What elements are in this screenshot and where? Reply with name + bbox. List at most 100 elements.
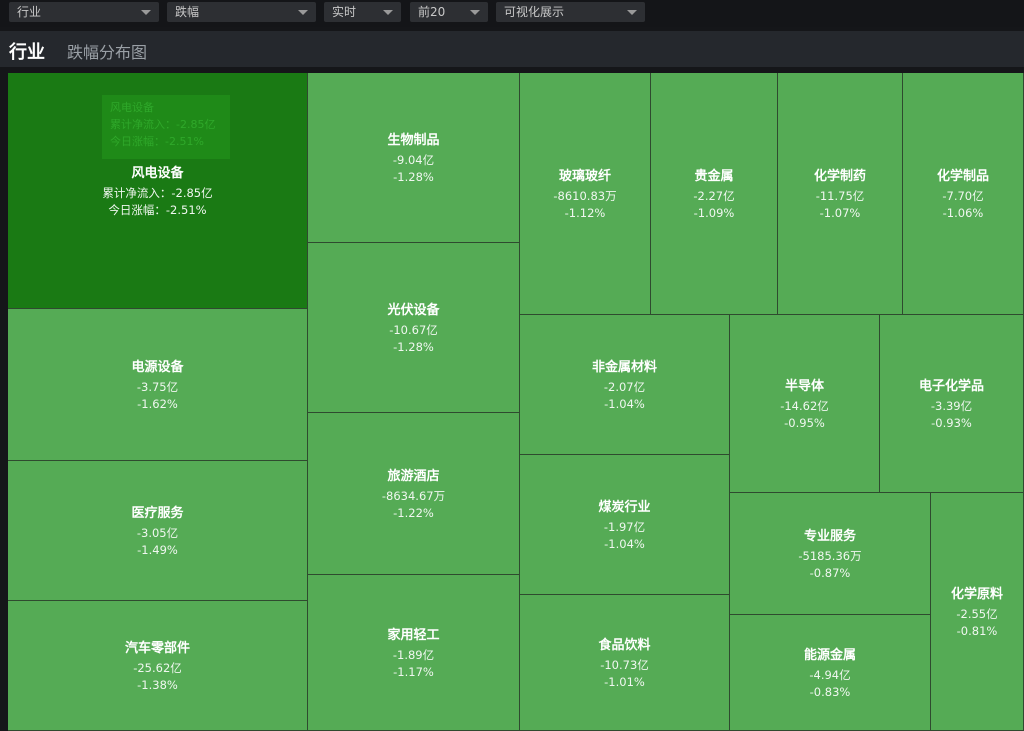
tile-change: -1.09% [693, 206, 735, 220]
tile-name: 专业服务 [803, 529, 856, 544]
tile-net-inflow: -3.75亿 [136, 380, 179, 394]
tile-name: 半导体 [784, 379, 824, 394]
treemap-tile[interactable]: 电子化学品 -3.39亿 -0.93% [880, 315, 1024, 493]
treemap-tile[interactable]: 家用轻工 -1.89亿 -1.17% [308, 575, 520, 731]
treemap-tile[interactable]: 食品饮料 -10.73亿 -1.01% [520, 595, 730, 731]
tile-change: -0.87% [809, 566, 851, 580]
treemap-tile[interactable]: 化学原料 -2.55亿 -0.81% [931, 493, 1024, 731]
chevron-down-icon [298, 10, 308, 15]
tooltip-net-inflow: 累计净流入：-2.85亿 [110, 118, 216, 131]
tile-name: 光伏设备 [387, 303, 440, 318]
tile-name: 化学制品 [936, 169, 989, 184]
tile-net-inflow: -2.27亿 [693, 189, 735, 203]
header-bar [0, 31, 1024, 67]
tile-name: 风电设备 [131, 166, 184, 181]
view-select[interactable]: 可视化展示 [496, 2, 645, 22]
tile-change: -1.62% [137, 397, 178, 411]
count-select[interactable]: 前20 [410, 2, 488, 22]
tile-name: 贵金属 [694, 169, 734, 184]
treemap-tile[interactable]: 医疗服务 -3.05亿 -1.49% [8, 461, 308, 601]
chevron-down-icon [470, 10, 480, 15]
tile-change: -1.07% [819, 206, 861, 220]
tile-net-inflow: -7.70亿 [942, 189, 984, 203]
tile-net-inflow: -10.67亿 [389, 323, 438, 337]
treemap-tile[interactable]: 半导体 -14.62亿 -0.95% [730, 315, 880, 493]
tile-name: 旅游酒店 [387, 469, 440, 484]
treemap-tile[interactable]: 化学制药 -11.75亿 -1.07% [778, 73, 903, 315]
treemap-tile[interactable]: 贵金属 -2.27亿 -1.09% [651, 73, 778, 315]
tile-change: -1.17% [393, 665, 434, 679]
chevron-down-icon [141, 10, 151, 15]
page-title: 行业 [9, 42, 45, 63]
tile-net-inflow: -4.94亿 [809, 668, 851, 682]
treemap-tile[interactable]: 生物制品 -9.04亿 -1.28% [308, 73, 520, 243]
tile-change: -1.01% [604, 675, 645, 689]
tile-net-inflow: -3.05亿 [136, 526, 179, 540]
tile-name: 医疗服务 [131, 506, 184, 521]
tile-name: 煤炭行业 [598, 500, 651, 515]
tile-change: -1.22% [393, 506, 434, 520]
tile-change: -1.04% [604, 537, 645, 551]
tile-net-inflow: -1.89亿 [392, 648, 435, 662]
tile-change: 今日涨幅：-2.51% [108, 203, 207, 217]
tile-net-inflow: -9.04亿 [392, 153, 435, 167]
tile-name: 食品饮料 [598, 638, 651, 653]
tile-name: 家用轻工 [387, 628, 440, 643]
tile-net-inflow: 累计净流入：-2.85亿 [102, 186, 213, 200]
tile-change: -0.83% [809, 685, 851, 699]
tile-change: -1.12% [564, 206, 606, 220]
treemap-tile[interactable]: 煤炭行业 -1.97亿 -1.04% [520, 455, 730, 595]
view-select-value: 可视化展示 [504, 5, 565, 19]
tile-name: 化学制药 [813, 169, 866, 184]
tile-net-inflow: -8634.67万 [381, 489, 446, 503]
tile-name: 化学原料 [950, 587, 1003, 602]
treemap-tile[interactable]: 旅游酒店 -8634.67万 -1.22% [308, 413, 520, 575]
treemap-tile[interactable]: 非金属材料 -2.07亿 -1.04% [520, 315, 730, 455]
tile-change: -1.49% [137, 543, 178, 557]
tile-change: -1.28% [393, 170, 434, 184]
treemap-tile[interactable]: 电源设备 -3.75亿 -1.62% [8, 309, 308, 461]
category-select[interactable]: 行业 [9, 2, 159, 22]
treemap-tile[interactable]: 专业服务 -5185.36万 -0.87% [730, 493, 931, 615]
tooltip-change: 今日涨幅：-2.51% [110, 135, 204, 148]
tile-name: 玻璃玻纤 [558, 169, 611, 184]
tile-net-inflow: -25.62亿 [133, 661, 182, 675]
tile-net-inflow: -14.62亿 [780, 399, 829, 413]
tile-change: -0.95% [784, 416, 825, 430]
tile-change: -1.06% [942, 206, 984, 220]
tile-net-inflow: -3.39亿 [930, 399, 973, 413]
page-subtitle: 跌幅分布图 [67, 43, 148, 62]
tile-change: -0.81% [956, 624, 998, 638]
tile-change: -0.93% [931, 416, 972, 430]
tile-change: -1.28% [393, 340, 434, 354]
tile-name: 电源设备 [131, 360, 184, 375]
period-select-value: 实时 [332, 5, 357, 19]
chevron-down-icon [627, 10, 637, 15]
sort-select[interactable]: 跌幅 [167, 2, 316, 22]
hover-tooltip: 风电设备 累计净流入：-2.85亿 今日涨幅：-2.51% [102, 95, 230, 159]
tile-net-inflow: -11.75亿 [815, 189, 865, 203]
tile-name: 非金属材料 [591, 360, 657, 375]
treemap: 风电设备 累计净流入：-2.85亿 今日涨幅：-2.51% 电源设备 -3.75… [8, 73, 1024, 731]
tile-net-inflow: -8610.83万 [553, 189, 617, 203]
treemap-tile[interactable]: 光伏设备 -10.67亿 -1.28% [308, 243, 520, 413]
treemap-tile[interactable]: 化学制品 -7.70亿 -1.06% [903, 73, 1024, 315]
tile-name: 电子化学品 [918, 379, 984, 394]
sort-select-value: 跌幅 [175, 5, 200, 19]
period-select[interactable]: 实时 [324, 2, 401, 22]
tile-name: 生物制品 [387, 133, 440, 148]
tooltip-title: 风电设备 [110, 101, 154, 114]
count-select-value: 前20 [418, 5, 446, 19]
treemap-tile[interactable]: 玻璃玻纤 -8610.83万 -1.12% [520, 73, 651, 315]
tile-change: -1.38% [137, 678, 178, 692]
tile-name: 汽车零部件 [124, 641, 190, 656]
tile-name: 能源金属 [803, 648, 856, 663]
treemap-tile[interactable]: 能源金属 -4.94亿 -0.83% [730, 615, 931, 731]
filter-bar: 行业 跌幅 实时 前20 可视化展示 [0, 0, 1024, 27]
chevron-down-icon [383, 10, 393, 15]
tile-net-inflow: -1.97亿 [603, 520, 646, 534]
treemap-tile[interactable]: 汽车零部件 -25.62亿 -1.38% [8, 601, 308, 731]
tile-net-inflow: -2.07亿 [603, 380, 646, 394]
tile-net-inflow: -5185.36万 [798, 549, 862, 563]
tile-net-inflow: -2.55亿 [956, 607, 998, 621]
